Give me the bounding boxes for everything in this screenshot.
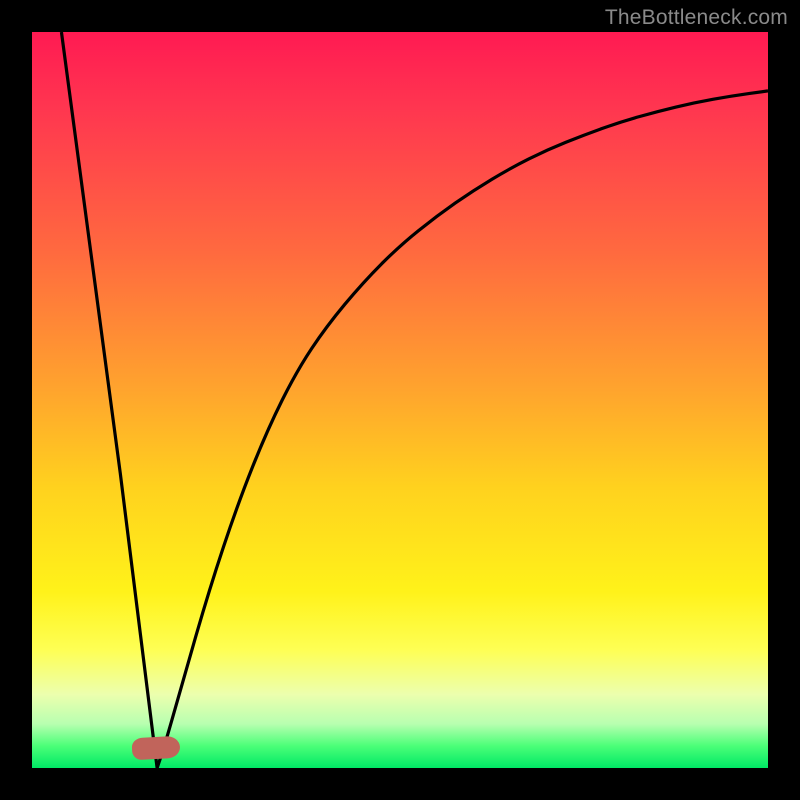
- curve-path: [61, 32, 768, 768]
- watermark-text: TheBottleneck.com: [605, 6, 788, 30]
- plot-area: [32, 32, 768, 768]
- bottleneck-curve: [32, 32, 768, 768]
- chart-frame: TheBottleneck.com: [0, 0, 800, 800]
- optimal-region-marker: [131, 736, 180, 760]
